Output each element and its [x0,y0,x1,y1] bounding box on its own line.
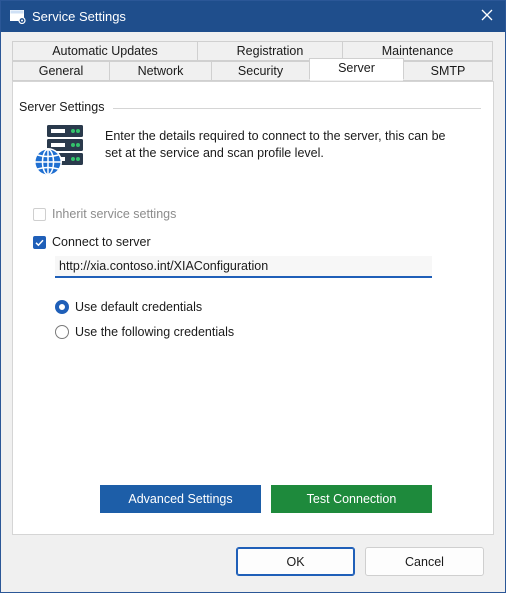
inherit-service-settings-label: Inherit service settings [52,207,177,221]
radio-following-credentials-label: Use the following credentials [75,325,235,339]
ok-button[interactable]: OK [236,547,355,576]
close-icon [481,9,493,24]
checkmark-icon [35,239,44,246]
cancel-button[interactable]: Cancel [365,547,484,576]
tab-security[interactable]: Security [211,61,310,81]
tab-smtp[interactable]: SMTP [403,61,493,81]
connect-to-server-checkbox[interactable] [33,235,46,249]
radio-following-credentials-row[interactable]: Use the following credentials [55,325,234,339]
title-bar: Service Settings [1,1,505,32]
inherit-service-settings-row: Inherit service settings [33,207,176,221]
group-divider [113,108,481,109]
radio-default-credentials-label: Use default credentials [75,300,203,314]
group-title-server-settings: Server Settings [19,100,109,114]
server-description: Enter the details required to connect to… [105,129,446,160]
connect-to-server-row[interactable]: Connect to server [33,235,151,249]
radio-default-credentials-row[interactable]: Use default credentials [55,300,202,314]
server-globe-icon [33,123,85,179]
inherit-service-settings-checkbox [33,207,46,221]
connect-to-server-label: Connect to server [52,235,151,249]
radio-default-credentials[interactable] [55,300,69,314]
test-connection-button[interactable]: Test Connection [271,485,432,513]
tab-general[interactable]: General [12,61,110,81]
close-button[interactable] [469,1,505,32]
service-settings-window: Service Settings Automatic Updates Regis… [0,0,506,593]
tab-automatic-updates[interactable]: Automatic Updates [12,41,198,61]
server-url-input[interactable] [55,256,432,278]
tab-network[interactable]: Network [109,61,212,81]
tab-strip: Automatic Updates Registration Maintenan… [12,41,493,83]
settings-window-icon [10,9,26,25]
tab-server[interactable]: Server [309,58,404,80]
advanced-settings-button[interactable]: Advanced Settings [100,485,261,513]
radio-following-credentials[interactable] [55,325,69,339]
window-title: Service Settings [32,9,126,24]
